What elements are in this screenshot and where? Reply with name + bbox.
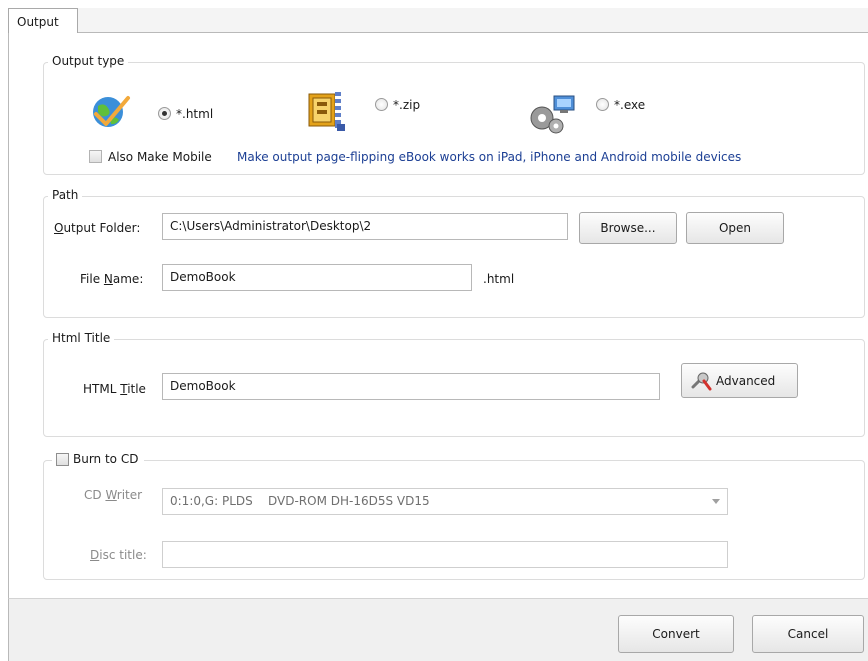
cd-writer-label: CD Writer — [84, 488, 143, 502]
output-folder-label: Output Folder: — [54, 221, 141, 235]
also-make-mobile-label: Also Make Mobile — [108, 150, 212, 164]
path-label: Path — [48, 188, 83, 202]
also-make-mobile-checkbox[interactable] — [89, 150, 102, 163]
html-title-input[interactable]: DemoBook — [162, 373, 660, 400]
html-title-group-label: Html Title — [48, 331, 115, 345]
chevron-down-icon — [712, 499, 720, 504]
radio-zip-label: *.zip — [393, 98, 421, 112]
radio-exe-label: *.exe — [614, 98, 646, 112]
burn-to-cd-header: Burn to CD — [52, 452, 145, 466]
html-title-label: HTML Title — [83, 382, 146, 396]
cd-writer-select[interactable]: 0:1:0,G: PLDS DVD-ROM DH-16D5S VD15 — [162, 488, 728, 515]
mobile-note: Make output page-flipping eBook works on… — [237, 150, 742, 164]
radio-zip[interactable] — [375, 98, 388, 111]
output-type-label: Output type — [48, 54, 129, 68]
radio-exe[interactable] — [596, 98, 609, 111]
radio-html-label: *.html — [176, 107, 214, 121]
radio-html[interactable] — [158, 107, 171, 120]
gears-computer-icon — [526, 92, 578, 136]
file-name-input[interactable]: DemoBook — [162, 264, 472, 291]
cd-writer-value: 0:1:0,G: PLDS DVD-ROM DH-16D5S VD15 — [170, 494, 430, 508]
browse-button[interactable]: Browse... — [579, 212, 677, 244]
open-button[interactable]: Open — [686, 212, 784, 244]
convert-button[interactable]: Convert — [618, 615, 734, 653]
file-extension-label: .html — [483, 272, 515, 286]
burn-to-cd-checkbox[interactable] — [56, 452, 69, 466]
output-folder-input[interactable]: C:\Users\Administrator\Desktop\2 — [162, 213, 568, 240]
globe-check-icon — [88, 90, 132, 134]
disc-title-label: Disc title: — [90, 548, 147, 562]
zip-archive-icon — [305, 88, 349, 134]
cancel-button[interactable]: Cancel — [752, 615, 864, 653]
wrench-settings-icon — [690, 371, 712, 391]
bottom-button-bar — [8, 598, 868, 661]
burn-to-cd-label: Burn to CD — [73, 452, 139, 466]
file-name-label: File Name: — [80, 272, 144, 286]
disc-title-input[interactable] — [162, 541, 728, 568]
tab-strip — [8, 8, 868, 33]
advanced-button[interactable]: Advanced — [681, 363, 798, 398]
tab-output[interactable]: Output — [8, 8, 78, 34]
advanced-label: Advanced — [716, 373, 776, 388]
